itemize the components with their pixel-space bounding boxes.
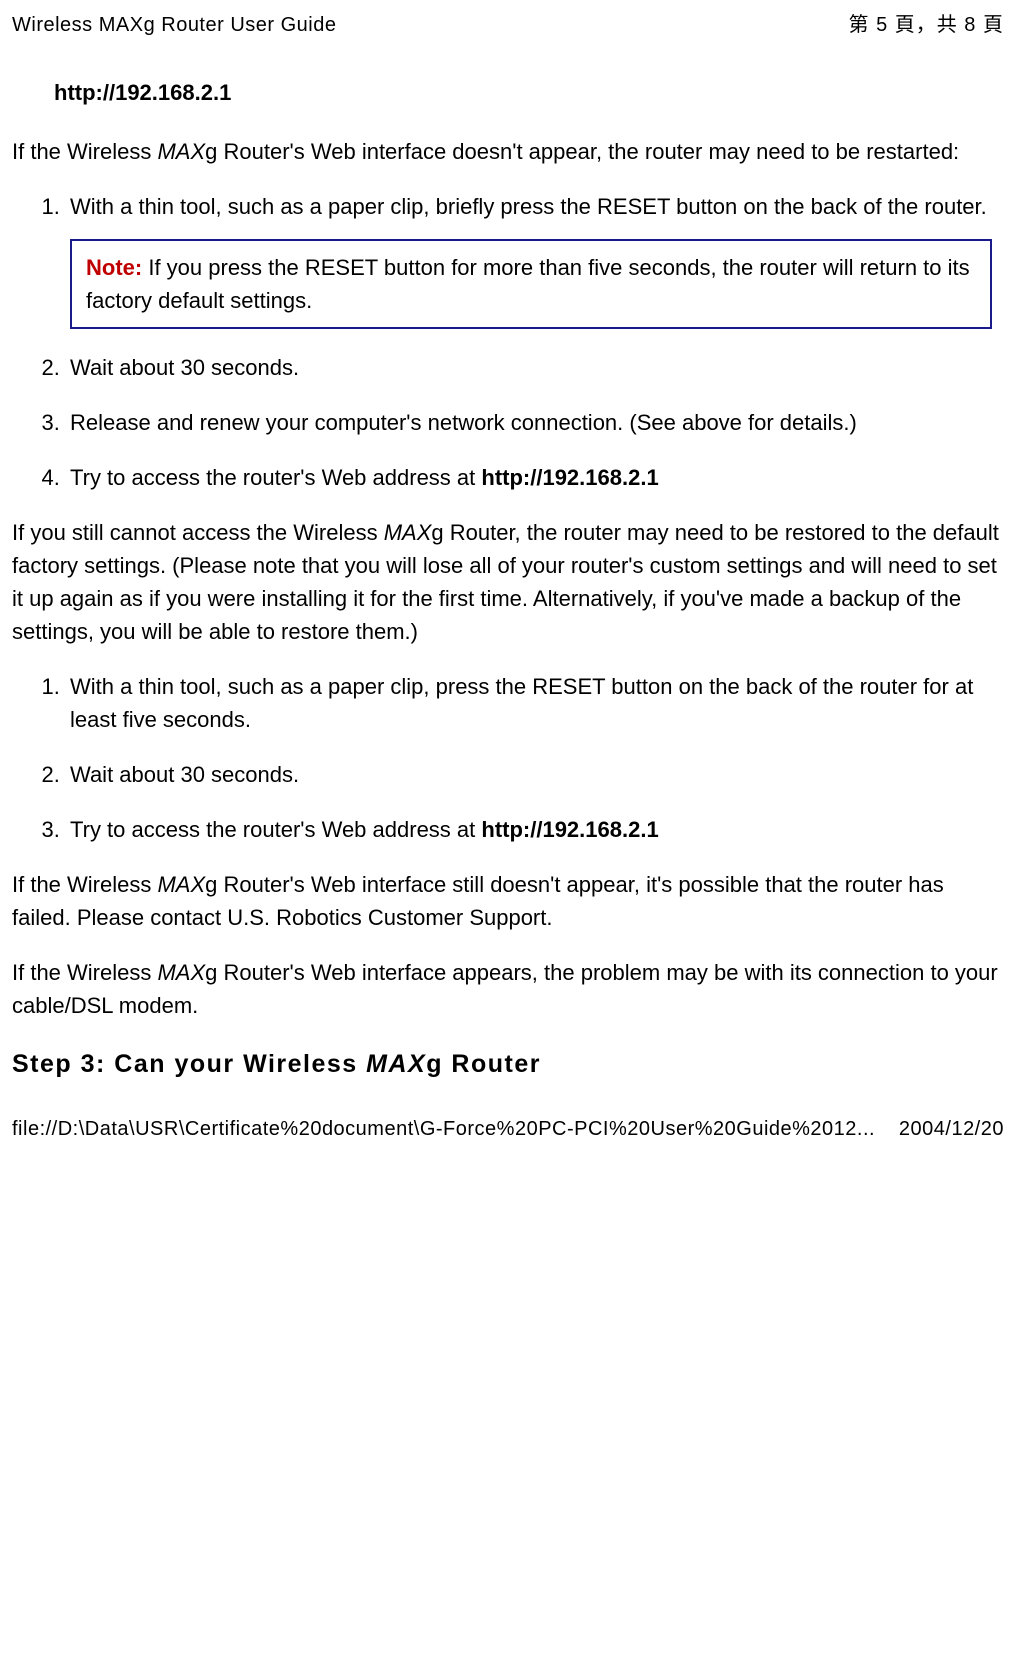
text-segment: If the Wireless (12, 960, 157, 985)
paragraph-modem-connection: If the Wireless MAXg Router's Web interf… (12, 956, 1004, 1022)
list-item: With a thin tool, such as a paper clip, … (66, 190, 1004, 329)
router-url-inline: http://192.168.2.1 (481, 817, 658, 842)
page-header: Wireless MAXg Router User Guide 第 5 頁，共 … (12, 10, 1004, 40)
restart-steps-list: With a thin tool, such as a paper clip, … (12, 190, 1004, 494)
header-page-indicator: 第 5 頁，共 8 頁 (849, 10, 1004, 40)
paragraph-restart-intro: If the Wireless MAXg Router's Web interf… (12, 135, 1004, 168)
paragraph-router-failed: If the Wireless MAXg Router's Web interf… (12, 868, 1004, 934)
note-box: Note: If you press the RESET button for … (70, 239, 992, 329)
list-item: Release and renew your computer's networ… (66, 406, 1004, 439)
footer-date: 2004/12/20 (899, 1114, 1004, 1144)
text-segment: If the Wireless (12, 872, 157, 897)
header-title: Wireless MAXg Router User Guide (12, 10, 336, 40)
list-item: Try to access the router's Web address a… (66, 813, 1004, 846)
text-segment: If the Wireless (12, 139, 157, 164)
heading-text: g Router (426, 1050, 541, 1078)
brand-max: MAX (157, 872, 205, 897)
step-text: Try to access the router's Web address a… (70, 817, 481, 842)
step-3-heading: Step 3: Can your Wireless MAXg Router (12, 1046, 1004, 1084)
text-segment: g Router's Web interface doesn't appear,… (205, 139, 959, 164)
paragraph-factory-reset-intro: If you still cannot access the Wireless … (12, 516, 1004, 648)
list-item: With a thin tool, such as a paper clip, … (66, 670, 1004, 736)
step-text: Try to access the router's Web address a… (70, 465, 481, 490)
brand-max: MAX (157, 960, 205, 985)
brand-max: MAX (384, 520, 432, 545)
list-item: Wait about 30 seconds. (66, 351, 1004, 384)
note-text: If you press the RESET button for more t… (86, 255, 970, 313)
router-url: http://192.168.2.1 (54, 76, 1004, 109)
footer-file-path: file://D:\Data\USR\Certificate%20documen… (12, 1114, 875, 1144)
router-url-inline: http://192.168.2.1 (481, 465, 658, 490)
factory-reset-steps-list: With a thin tool, such as a paper clip, … (12, 670, 1004, 846)
list-item: Wait about 30 seconds. (66, 758, 1004, 791)
text-segment: If you still cannot access the Wireless (12, 520, 384, 545)
step-text: With a thin tool, such as a paper clip, … (70, 194, 987, 219)
heading-text: Step 3: Can your Wireless (12, 1050, 366, 1078)
note-label: Note: (86, 255, 142, 280)
page-footer: file://D:\Data\USR\Certificate%20documen… (12, 1114, 1004, 1144)
brand-max: MAX (366, 1050, 426, 1078)
list-item: Try to access the router's Web address a… (66, 461, 1004, 494)
brand-max: MAX (157, 139, 205, 164)
